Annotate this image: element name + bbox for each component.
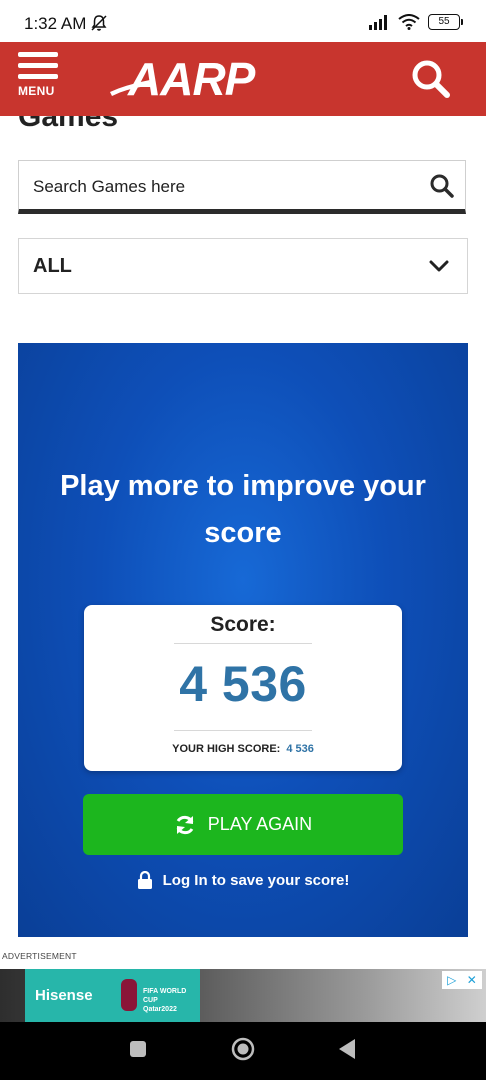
recent-apps-button[interactable] xyxy=(130,1041,146,1057)
aarp-logo[interactable]: AARP xyxy=(110,54,285,104)
score-divider-top xyxy=(174,643,312,644)
score-value: 4 536 xyxy=(179,656,307,712)
lock-icon xyxy=(137,871,152,889)
back-button[interactable] xyxy=(338,1038,356,1060)
advertisement-label: ADVERTISEMENT xyxy=(2,951,77,961)
score-card: Score: 4 536 YOUR HIGH SCORE: 4 536 xyxy=(84,605,402,771)
high-score-row: YOUR HIGH SCORE: 4 536 xyxy=(84,743,402,755)
filter-selected-value: ALL xyxy=(33,255,72,277)
system-nav-bar xyxy=(0,1022,486,1080)
game-message: Play more to improve your score xyxy=(60,470,426,549)
battery-icon: 55 xyxy=(428,14,463,30)
score-label: Score: xyxy=(210,613,276,636)
hamburger-icon-line xyxy=(18,74,58,79)
menu-button[interactable]: MENU xyxy=(18,52,62,104)
ad-close-icon: ✕ xyxy=(466,973,477,987)
advertisement-banner[interactable]: Hisense FIFA WORLD CUP Qatar2022 ▷ ✕ xyxy=(0,969,486,1023)
header-search-button[interactable] xyxy=(408,56,454,102)
trophy-emblem-icon xyxy=(121,979,137,1011)
ad-brand: Hisense xyxy=(35,987,93,1004)
play-again-label: PLAY AGAIN xyxy=(207,814,313,834)
cell-signal-icon xyxy=(369,15,387,30)
category-filter-select[interactable]: ALL xyxy=(18,238,468,294)
ad-event: FIFA WORLD CUP Qatar2022 xyxy=(143,988,187,1013)
game-result-panel: Play more to improve your score Score: 4… xyxy=(18,343,468,937)
chevron-down-icon xyxy=(429,260,449,272)
notifications-muted-icon xyxy=(91,15,107,31)
site-header: MENU AARP xyxy=(0,42,486,116)
high-score-value: 4 536 xyxy=(286,743,314,755)
logo-text: AARP xyxy=(128,53,255,105)
menu-label: MENU xyxy=(18,84,55,98)
search-box xyxy=(18,160,466,214)
hamburger-icon xyxy=(18,52,58,57)
hamburger-icon-line xyxy=(18,63,58,68)
search-icon[interactable] xyxy=(429,173,455,199)
refresh-icon xyxy=(176,815,194,834)
status-indicators: 55 xyxy=(368,14,463,30)
play-again-button[interactable]: PLAY AGAIN xyxy=(83,794,403,855)
status-time: 1:32 AM xyxy=(24,14,87,33)
ad-brand-panel: Hisense FIFA WORLD CUP Qatar2022 xyxy=(25,969,200,1023)
ad-choices-button[interactable]: ▷ ✕ xyxy=(442,971,482,989)
status-bar: 1:32 AM 55 xyxy=(0,0,486,42)
login-link-text: Log In to save your score! xyxy=(162,871,350,889)
score-divider-bottom xyxy=(174,730,312,731)
ad-choices-icon: ▷ xyxy=(447,973,457,987)
wifi-icon xyxy=(398,14,420,30)
high-score-label: YOUR HIGH SCORE: xyxy=(172,743,281,755)
search-input[interactable] xyxy=(31,161,415,213)
login-link[interactable]: Log In to save your score! xyxy=(18,871,468,889)
home-button[interactable] xyxy=(231,1037,255,1061)
search-icon xyxy=(412,60,450,98)
